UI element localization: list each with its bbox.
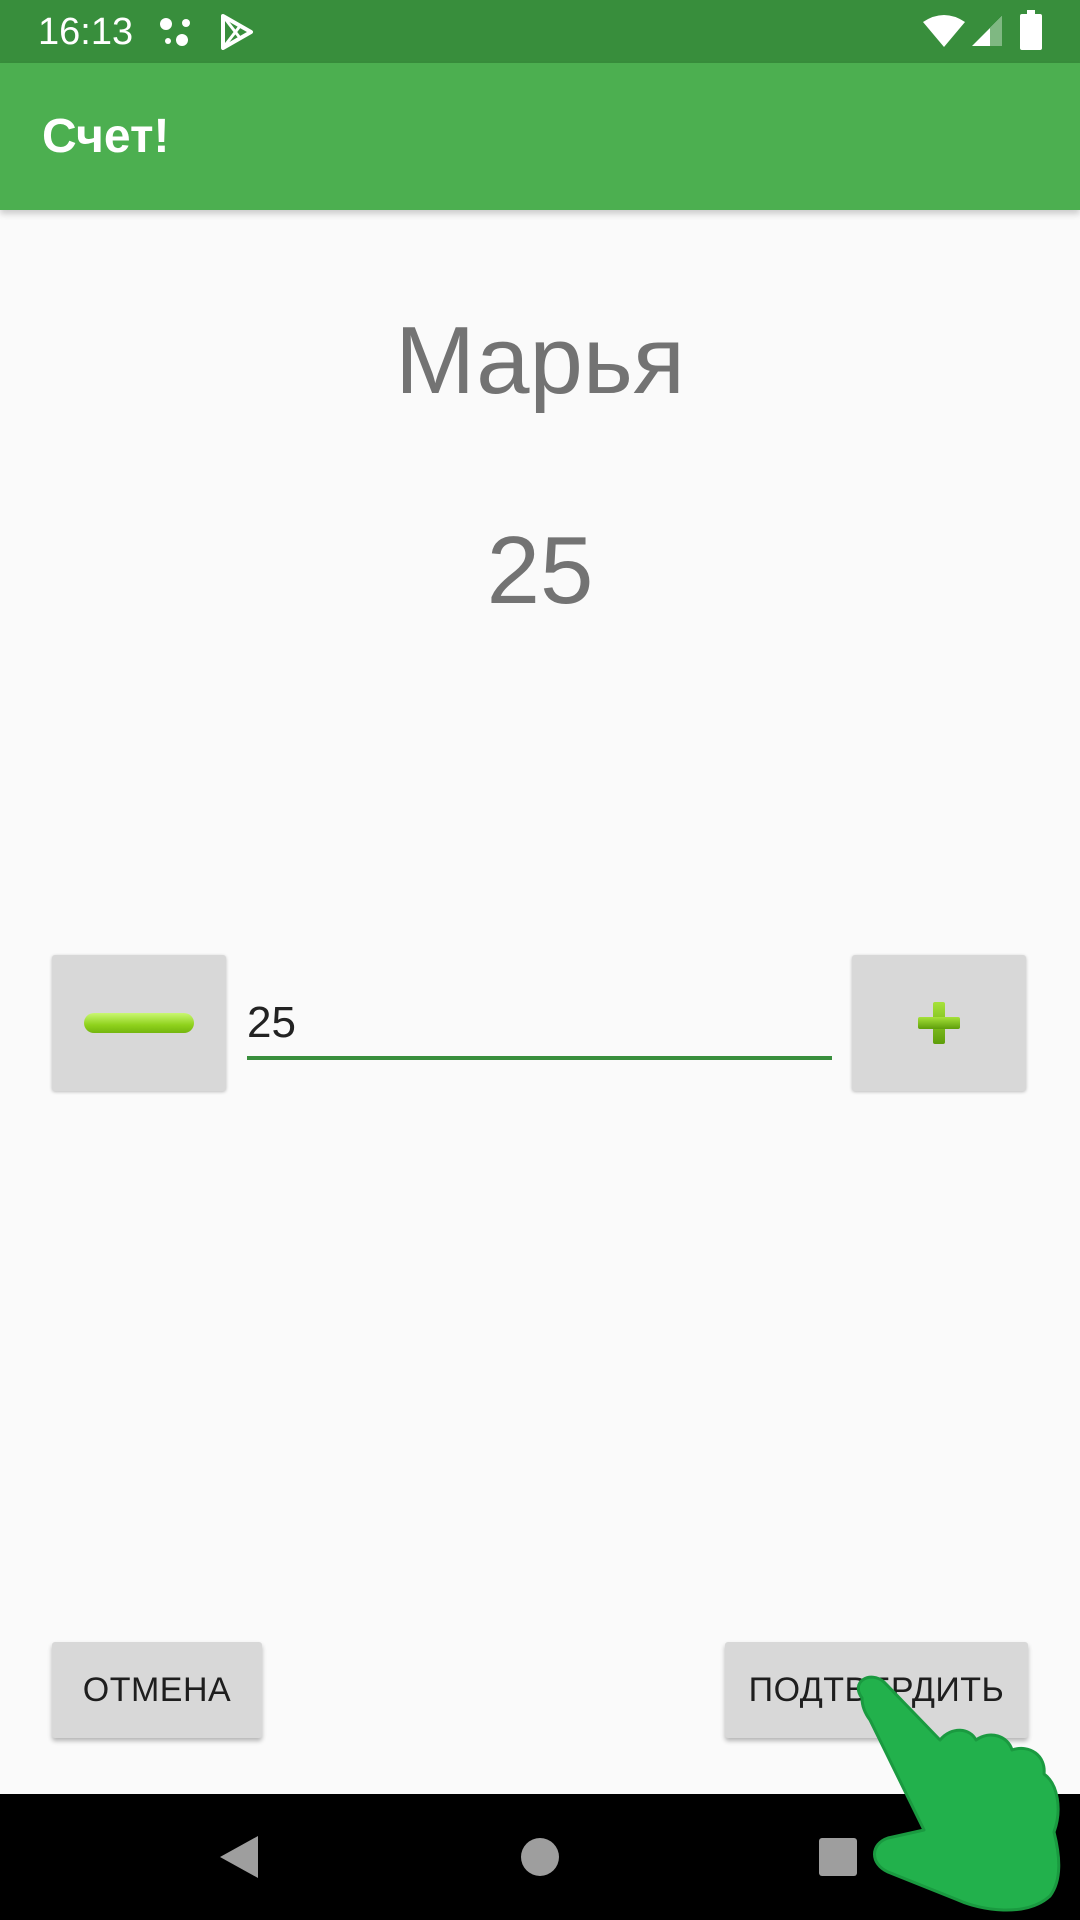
plus-icon <box>918 1002 960 1044</box>
assistant-icon <box>160 18 190 46</box>
minus-icon <box>84 1013 194 1033</box>
tap-hand-icon <box>856 1675 1061 1912</box>
battery-icon <box>1020 10 1042 50</box>
player-score: 25 <box>486 517 594 624</box>
wifi-icon <box>923 15 965 47</box>
app-bar: Счет! <box>0 63 1080 210</box>
score-edit-screen: 16:13 Счет! Марья 25 25 ОТМЕНА <box>0 0 1080 1920</box>
player-name: Марья <box>395 307 685 414</box>
cancel-button[interactable]: ОТМЕНА <box>52 1642 262 1738</box>
status-time: 16:13 <box>38 11 134 53</box>
decrement-button[interactable] <box>52 955 226 1091</box>
app-title: Счет! <box>42 110 170 163</box>
signal-icon <box>972 16 1002 46</box>
back-icon[interactable] <box>218 1834 260 1880</box>
home-icon[interactable] <box>519 1836 561 1878</box>
increment-button[interactable] <box>852 955 1026 1091</box>
play-store-icon <box>221 14 253 50</box>
status-bar: 16:13 <box>0 0 1080 63</box>
score-input[interactable] <box>247 990 832 1060</box>
